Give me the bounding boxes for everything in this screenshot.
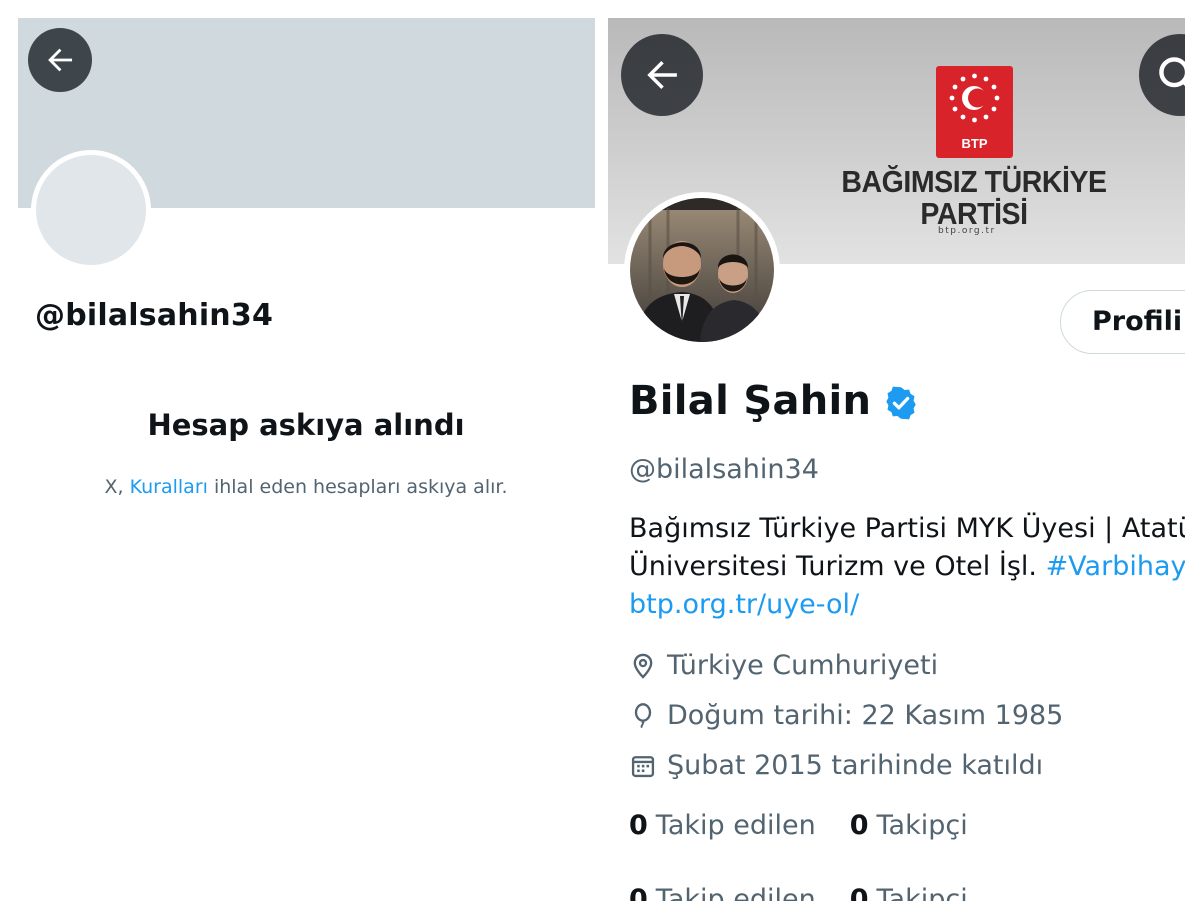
profile-birthday: Doğum tarihi: 22 Kasım 1985 [629, 700, 1063, 731]
avatar-placeholder [31, 150, 151, 270]
edit-profile-button[interactable]: Profili d [1060, 290, 1185, 354]
display-name: Bilal Şahin [629, 378, 919, 424]
back-arrow-icon [48, 48, 73, 72]
suspended-message-prefix: X, [104, 476, 130, 498]
btp-logo-text: BTP [962, 136, 988, 151]
profile-location: Türkiye Cumhuriyeti [629, 650, 938, 681]
bio-website-link[interactable]: btp.org.tr/uye-ol/ [629, 586, 1185, 624]
back-button[interactable] [28, 28, 92, 92]
following-count-cutoff: 0 [629, 884, 648, 901]
btp-logo-icon: BTP [936, 66, 1013, 158]
profile-handle: @bilalsahin34 [629, 454, 819, 485]
followers-link-cutoff: 0 Takipçi [850, 884, 968, 901]
avatar[interactable] [624, 192, 780, 348]
following-label: Takip edilen [655, 810, 816, 841]
suspended-message: X, Kuralları ihlal eden hesapları askıya… [0, 476, 612, 498]
follow-stats-cutoff: 0 Takip edilen 0 Takipçi [629, 884, 968, 901]
rules-link[interactable]: Kuralları [130, 476, 208, 498]
bio-line-2-text: Üniversitesi Turizm ve Otel İşl. [629, 551, 1046, 582]
followers-label-cutoff: Takipçi [876, 884, 968, 901]
profile-handle: @bilalsahin34 [35, 298, 274, 333]
search-icon [1159, 57, 1185, 88]
suspended-profile-panel: @bilalsahin34 Hesap askıya alındı X, Kur… [0, 0, 600, 901]
following-link[interactable]: 0 Takip edilen [629, 810, 816, 841]
back-button[interactable] [621, 34, 703, 116]
followers-label: Takipçi [876, 810, 968, 841]
suspended-title: Hesap askıya alındı [147, 408, 465, 442]
party-name-banner: BAĞIMSIZ TÜRKİYE PARTİSİ [818, 166, 1131, 230]
join-date-text: Şubat 2015 tarihinde katıldı [667, 750, 1044, 781]
avatar-photo [630, 198, 774, 342]
location-text: Türkiye Cumhuriyeti [667, 650, 939, 681]
following-count: 0 [629, 810, 648, 841]
verified-badge-icon [886, 386, 917, 420]
calendar-icon [631, 755, 655, 777]
display-name-text: Bilal Şahin [629, 378, 872, 424]
bio-line-1: Bağımsız Türkiye Partisi MYK Üyesi | Ata… [629, 513, 1185, 544]
party-url: btp.org.tr [938, 226, 996, 236]
followers-link[interactable]: 0 Takipçi [850, 810, 968, 841]
balloon-icon [634, 702, 652, 728]
bio-line-2: Üniversitesi Turizm ve Otel İşl. #Varbih… [629, 548, 1185, 586]
following-label-cutoff: Takip edilen [655, 884, 816, 901]
profile-join-date: Şubat 2015 tarihinde katıldı [629, 750, 1043, 781]
back-arrow-icon [647, 61, 677, 89]
following-link-cutoff: 0 Takip edilen [629, 884, 816, 901]
followers-count-cutoff: 0 [849, 884, 869, 901]
bio-hashtag-link[interactable]: #Varbihayali [1046, 551, 1185, 582]
party-name-line1: BAĞIMSIZ TÜRKİYE [841, 164, 1107, 199]
followers-count: 0 [849, 810, 869, 841]
restored-profile-panel: BTP BAĞIMSIZ TÜRKİYE PARTİSİ btp.org.tr [608, 18, 1185, 901]
birthday-text: Doğum tarihi: 22 Kasım 1985 [667, 700, 1064, 731]
suspended-message-suffix: ihlal eden hesapları askıya alır. [207, 476, 508, 498]
profile-bio: Bağımsız Türkiye Partisi MYK Üyesi | Ata… [629, 510, 1185, 624]
follow-stats: 0 Takip edilen 0 Takipçi [629, 810, 968, 841]
location-pin-icon [633, 653, 653, 679]
